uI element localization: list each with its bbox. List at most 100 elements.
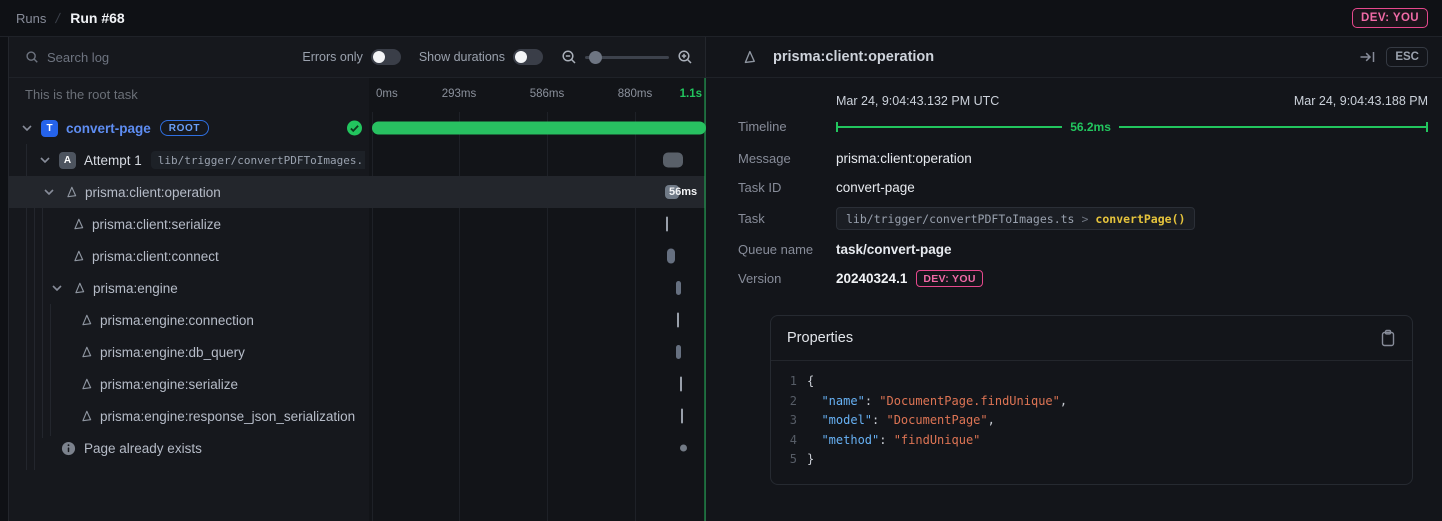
show-durations-control: Show durations [419,49,543,65]
search-icon [25,50,39,64]
prisma-icon [70,249,86,263]
detail-body: Mar 24, 9:04:43.132 PM UTC Mar 24, 9:04:… [706,78,1442,485]
line-segment [838,126,1062,128]
chevron-down-icon[interactable] [19,125,35,131]
tree-row-prisma-client-operation[interactable]: prisma:client:operation 56ms [9,176,705,208]
tree-row-prisma-client-connect[interactable]: prisma:client:connect [9,240,705,272]
time-tick: 586ms [530,88,565,100]
zoom-slider[interactable] [585,56,669,59]
timeline-bar [676,281,681,295]
show-durations-toggle[interactable] [513,49,543,65]
copy-icon[interactable] [1380,329,1396,347]
trace-rows: T convert-page ROOT A Attempt 1 lib/trig… [9,112,705,521]
duration-label: 56ms [669,186,697,198]
timeline-tick [677,313,679,328]
timeline-bar [667,249,675,264]
tree-row-convert-page[interactable]: T convert-page ROOT [9,112,705,144]
span-duration-line: 56.2ms [836,120,1428,134]
timeline-tick [680,377,682,392]
chevron-down-icon[interactable] [49,285,65,291]
timeline-tick [666,217,668,232]
prisma-icon [78,377,94,391]
timeline-bar [663,153,683,168]
timeline-bar [676,345,681,359]
root-task-hint: This is the root task [25,87,138,102]
field-value: convert-page [836,180,915,195]
prisma-icon [78,409,94,423]
field-message: Message prisma:client:operation [738,144,1428,173]
field-label: Queue name [738,242,836,257]
field-task: Task lib/trigger/convertPDFToImages.ts >… [738,202,1428,235]
properties-card: Properties 1{2 "name": "DocumentPage.fin… [770,315,1413,485]
tree-row-prisma-engine-db-query[interactable]: prisma:engine:db_query [9,336,705,368]
code-line: 2 "name": "DocumentPage.findUnique", [783,392,1398,412]
check-circle-icon [347,121,362,136]
field-label: Task ID [738,180,836,195]
detail-title: prisma:client:operation [773,49,1349,65]
row-label: Page already exists [84,441,202,456]
breadcrumb-separator: / [55,10,62,26]
tree-row-prisma-engine[interactable]: prisma:engine [9,272,705,304]
timeline-end-marker [704,78,706,521]
row-label: convert-page [66,121,151,136]
breadcrumb-runs-link[interactable]: Runs [16,11,46,26]
field-label: Version [738,271,836,286]
task-source-chip[interactable]: lib/trigger/convertPDFToImages.ts > conv… [836,207,1195,230]
task-file-path: lib/trigger/convertPDFToImages.ts [846,212,1074,226]
show-durations-label: Show durations [419,50,505,64]
properties-code: 1{2 "name": "DocumentPage.findUnique",3 … [771,361,1412,484]
search-box[interactable] [25,50,284,65]
tree-row-prisma-engine-serialize[interactable]: prisma:engine:serialize [9,368,705,400]
toggle-knob [515,51,527,63]
row-label: prisma:engine:serialize [100,377,238,392]
zoom-in-icon[interactable] [677,49,693,65]
prisma-icon [78,313,94,327]
code-line: 4 "method": "findUnique" [783,431,1398,451]
tree-toolbar: Errors only Show durations [9,37,705,78]
task-type-icon: T [41,120,58,137]
chevron-down-icon[interactable] [37,157,53,163]
collapse-panel-icon[interactable] [1359,49,1376,65]
time-tick: 293ms [442,88,477,100]
code-line: 1{ [783,372,1398,392]
line-segment [1119,126,1426,128]
tree-row-prisma-engine-connection[interactable]: prisma:engine:connection [9,304,705,336]
toggle-knob [373,51,385,63]
properties-header: Properties [771,316,1412,361]
prisma-icon [63,185,79,199]
start-timestamp: Mar 24, 9:04:43.132 PM UTC [836,94,999,108]
tree-row-page-already-exists[interactable]: Page already exists [9,432,705,464]
tree-row-attempt-1[interactable]: A Attempt 1 lib/trigger/convertPDFToImag… [9,144,705,176]
code-line: 5} [783,450,1398,470]
row-label: prisma:client:serialize [92,217,221,232]
main-area: Errors only Show durations [0,37,1442,521]
time-tick: 0ms [376,88,398,100]
top-bar: Runs / Run #68 DEV: YOU [0,0,1442,37]
timestamps-row: Mar 24, 9:04:43.132 PM UTC Mar 24, 9:04:… [836,94,1428,108]
root-badge: ROOT [160,120,209,136]
errors-only-control: Errors only [302,49,400,65]
timeline-zoom-controls [561,49,693,65]
code-line: 3 "model": "DocumentPage", [783,411,1398,431]
tree-row-prisma-engine-response-json-serialization[interactable]: prisma:engine:response_json_serializatio… [9,400,705,432]
field-value: task/convert-page [836,242,952,257]
task-function-name: convertPage() [1095,212,1185,226]
esc-button[interactable]: ESC [1386,47,1428,67]
time-tick-end: 1.1s [680,88,702,100]
environment-badge: DEV: YOU [1352,8,1428,28]
row-label: prisma:engine:response_json_serializatio… [100,409,355,424]
end-timestamp: Mar 24, 9:04:43.188 PM [1294,94,1428,108]
timeline-bar [372,122,706,135]
span-detail-panel: prisma:client:operation ESC Mar 24, 9:04… [705,37,1442,521]
zoom-slider-handle[interactable] [589,51,602,64]
search-input[interactable] [47,50,227,65]
field-queue-name: Queue name task/convert-page [738,235,1428,264]
trace-tree-panel: Errors only Show durations [8,37,705,521]
field-label: Message [738,151,836,166]
errors-only-toggle[interactable] [371,49,401,65]
chevron-down-icon[interactable] [41,189,57,195]
zoom-out-icon[interactable] [561,49,577,65]
chevron-right-separator: > [1081,212,1088,226]
tree-row-prisma-client-serialize[interactable]: prisma:client:serialize [9,208,705,240]
attempt-icon: A [59,152,76,169]
